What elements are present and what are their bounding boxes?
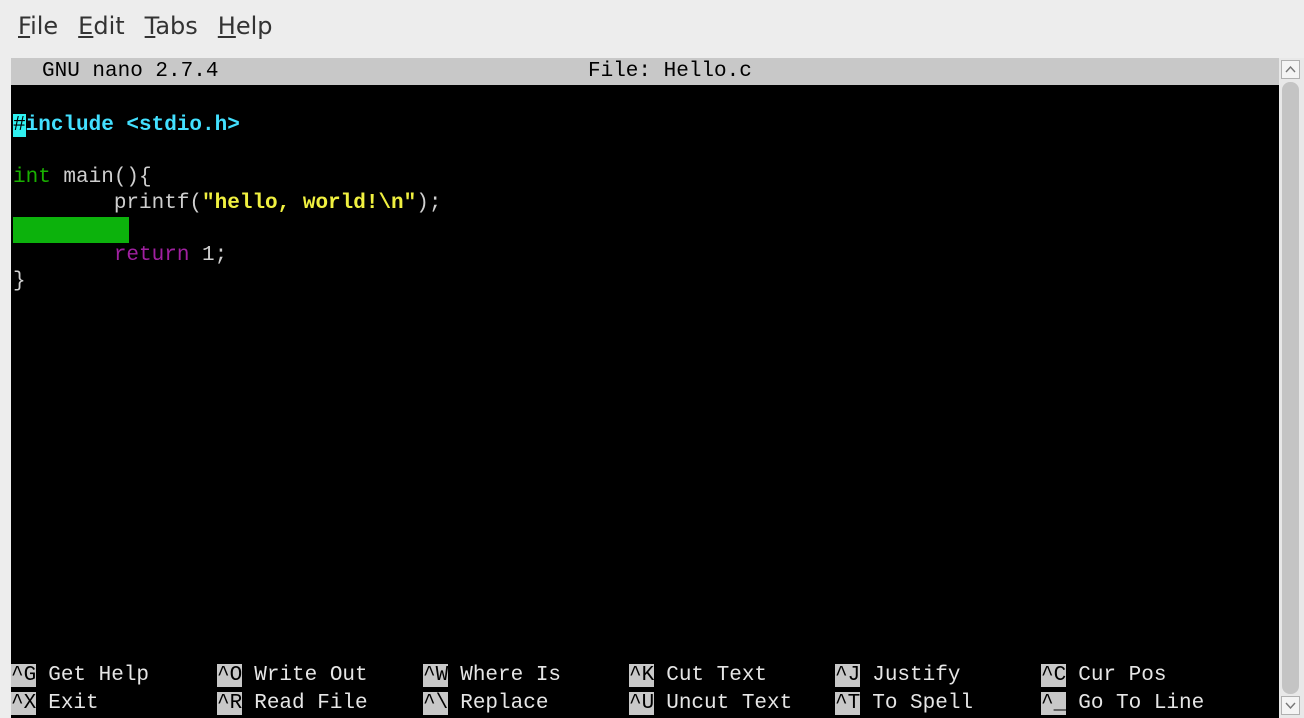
scroll-up-button[interactable]	[1281, 60, 1300, 79]
text-cursor: #	[13, 114, 26, 137]
menu-file[interactable]: File	[18, 12, 58, 40]
shortcut-row-1: ^G Get Help ^O Write Out ^W Where Is ^K Cut …	[11, 662, 1279, 690]
down-arrow-icon	[1285, 702, 1296, 709]
shortcut-bar: ^G Get Help ^O Write Out ^W Where Is ^K Cut …	[11, 662, 1279, 718]
scrollbar-thumb[interactable]	[1282, 82, 1299, 694]
menu-help[interactable]: Help	[218, 12, 273, 40]
trailing-whitespace-highlight	[13, 217, 129, 243]
nano-version: GNU nano 2.7.4	[42, 60, 219, 83]
code-line-6: return 1;	[113, 244, 228, 267]
terminal-area[interactable]: GNU nano 2.7.4 File: Hello.c #include <s…	[11, 58, 1279, 718]
file-name: File: Hello.c	[588, 60, 752, 83]
scroll-down-button[interactable]	[1281, 696, 1300, 715]
code-line-7: }	[13, 270, 26, 293]
shortcut-cut-text[interactable]: ^K Cut Text	[629, 662, 767, 690]
up-arrow-icon	[1285, 66, 1296, 73]
shortcut-go-to-line[interactable]: ^_ Go To Line	[1041, 690, 1204, 718]
menu-bar: File Edit Tabs Help	[0, 0, 1304, 52]
code-line-1: #include <stdio.h>	[13, 114, 240, 137]
shortcut-to-spell[interactable]: ^T To Spell	[835, 690, 973, 718]
shortcut-replace[interactable]: ^\ Replace	[423, 690, 548, 718]
menu-tabs[interactable]: Tabs	[145, 12, 198, 40]
shortcut-write-out[interactable]: ^O Write Out	[217, 662, 368, 690]
menu-edit[interactable]: Edit	[78, 12, 124, 40]
shortcut-where-is[interactable]: ^W Where Is	[423, 662, 561, 690]
shortcut-read-file[interactable]: ^R Read File	[217, 690, 368, 718]
vertical-scrollbar[interactable]	[1279, 58, 1304, 718]
shortcut-exit[interactable]: ^X Exit	[11, 690, 99, 718]
nano-title-bar: GNU nano 2.7.4 File: Hello.c	[11, 58, 1279, 85]
shortcut-row-2: ^X Exit ^R Read File ^\ Replace ^U Uncut Tex…	[11, 690, 1279, 718]
code-editor[interactable]: #include <stdio.h> int main(){ printf("h…	[13, 113, 442, 295]
code-line-4: printf("hello, world!\n");	[13, 192, 442, 215]
shortcut-cur-pos[interactable]: ^C Cur Pos	[1041, 662, 1166, 690]
shortcut-justify[interactable]: ^J Justify	[835, 662, 960, 690]
code-line-5	[13, 217, 442, 243]
shortcut-get-help[interactable]: ^G Get Help	[11, 662, 149, 690]
shortcut-uncut-text[interactable]: ^U Uncut Text	[629, 690, 792, 718]
code-line-3: int main(){	[13, 166, 152, 189]
